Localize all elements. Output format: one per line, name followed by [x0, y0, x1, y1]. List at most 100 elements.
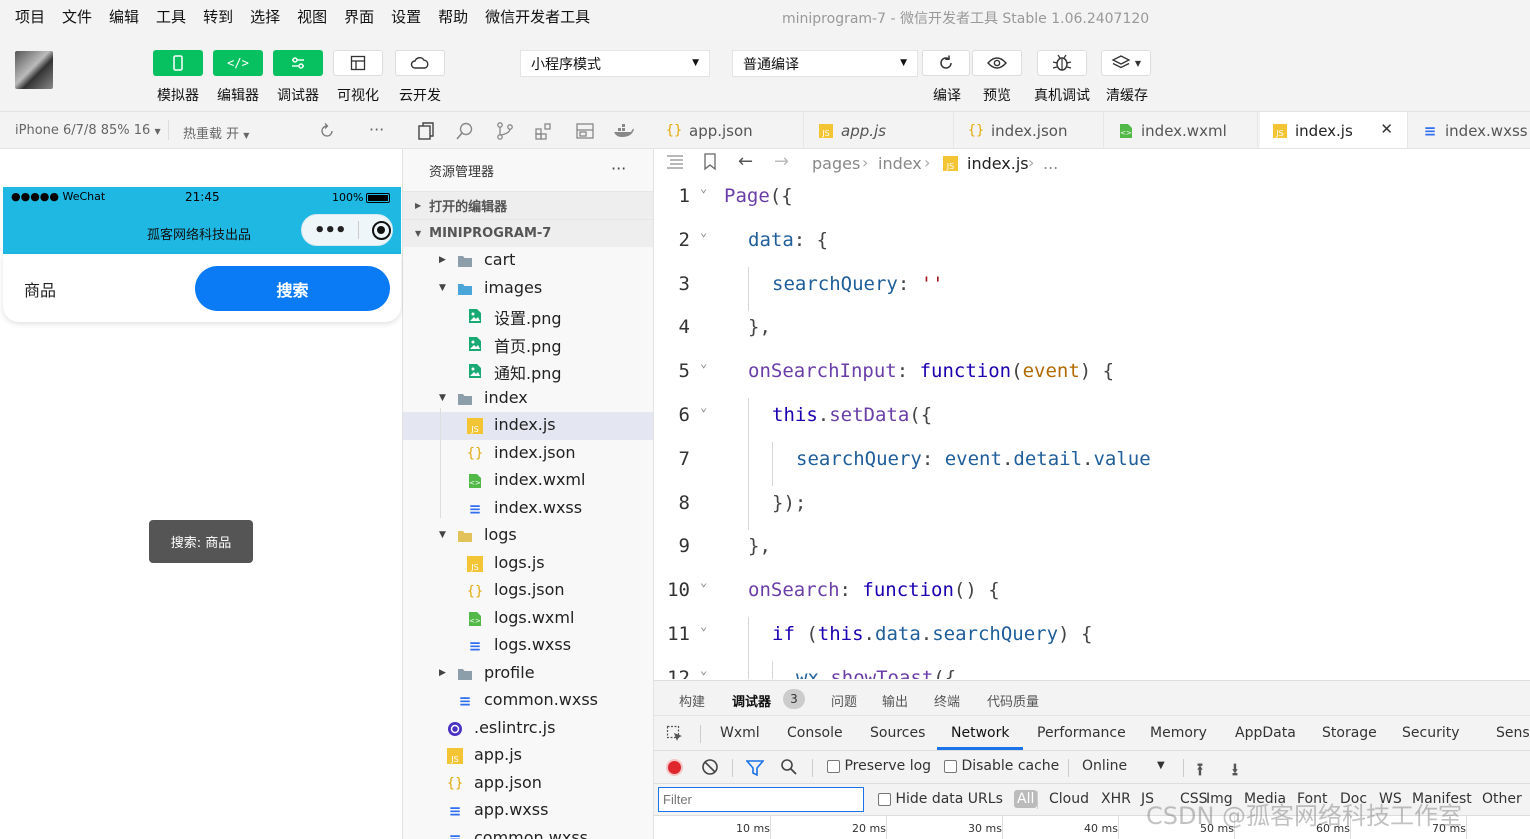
menu-item[interactable]: 工具	[156, 6, 186, 27]
bottom-tab[interactable]: 构建	[679, 691, 705, 710]
docker-icon[interactable]	[613, 121, 635, 145]
breadcrumb-file[interactable]: index.js	[967, 154, 1029, 173]
file-tree-item[interactable]: .eslintrc.js	[403, 715, 653, 743]
menu-item[interactable]: 设置	[391, 6, 421, 27]
mode-select[interactable]: 小程序模式 ▼	[520, 50, 710, 77]
fold-chevron-icon[interactable]: ⌄	[700, 225, 707, 239]
devtools-tab-network[interactable]: Network	[951, 725, 1009, 741]
file-tree-item[interactable]: JS logs.js	[403, 550, 653, 578]
breadcrumb-pages[interactable]: pages	[812, 154, 860, 173]
search-button[interactable]: 搜索	[195, 266, 390, 311]
file-tree-item[interactable]: {} logs.json	[403, 577, 653, 605]
compile-mode-select[interactable]: 普通编译 ▼	[732, 50, 918, 77]
menu-item[interactable]: 微信开发者工具	[485, 6, 590, 27]
file-tree-item[interactable]: ≡ common.wxss	[403, 825, 653, 839]
visual-toggle-button[interactable]	[333, 50, 383, 76]
bottom-tab[interactable]: 问题	[831, 691, 857, 710]
hide-data-urls-checkbox[interactable]: Hide data URLs	[878, 791, 1003, 807]
explorer-more-icon[interactable]: ···	[611, 159, 626, 178]
editor-tab-index-json[interactable]: {} index.json	[956, 112, 1104, 148]
throttling-select[interactable]: Online	[1082, 758, 1127, 774]
menu-item[interactable]: 项目	[15, 6, 45, 27]
file-tree-item[interactable]: ≡ app.wxss	[403, 797, 653, 825]
devtools-tab-performance[interactable]: Performance	[1037, 725, 1126, 741]
devtools-tab-security[interactable]: Security	[1402, 725, 1460, 741]
editor-tab-index-wxss[interactable]: ≡ index.wxss	[1410, 112, 1530, 148]
layout-panel-icon[interactable]	[575, 121, 595, 145]
source-control-icon[interactable]	[495, 121, 515, 145]
search-icon[interactable]	[780, 758, 798, 780]
file-tree-item[interactable]: ▶ cart	[403, 247, 653, 275]
preview-button[interactable]	[972, 50, 1022, 76]
editor-tab-index-js[interactable]: JS index.js ✕	[1260, 112, 1408, 148]
menu-dots-icon[interactable]: •••	[314, 220, 347, 241]
download-icon[interactable]: ⭳	[1232, 757, 1238, 786]
menu-item[interactable]: 帮助	[438, 6, 468, 27]
fold-chevron-icon[interactable]: ⌄	[700, 575, 707, 589]
file-tree-item[interactable]: 首页.png	[403, 330, 653, 358]
devtools-tab-storage[interactable]: Storage	[1322, 725, 1377, 741]
menu-item[interactable]: 界面	[344, 6, 374, 27]
menu-item[interactable]: 编辑	[109, 6, 139, 27]
breadcrumb-more[interactable]: ...	[1043, 154, 1058, 173]
bottom-tab[interactable]: 代码质量	[987, 691, 1039, 710]
menu-item[interactable]: 文件	[62, 6, 92, 27]
clear-icon[interactable]	[701, 758, 719, 780]
fold-chevron-icon[interactable]: ⌄	[700, 619, 707, 633]
type-filter-all[interactable]: All	[1014, 790, 1038, 808]
file-tree-item[interactable]: ▼ logs	[403, 522, 653, 550]
clear-cache-button[interactable]: ▼	[1101, 50, 1151, 76]
file-tree-item[interactable]: ≡ common.wxss	[403, 687, 653, 715]
file-tree-item[interactable]: {} app.json	[403, 770, 653, 798]
extensions-icon[interactable]	[534, 121, 554, 145]
file-tree-item[interactable]: 通知.png	[403, 357, 653, 385]
disable-cache-checkbox[interactable]: Disable cache	[944, 758, 1059, 774]
editor-tab-index-wxml[interactable]: <> index.wxml	[1106, 112, 1258, 148]
bookmark-icon[interactable]	[703, 153, 717, 175]
type-filter-other[interactable]: Other	[1482, 791, 1522, 807]
type-filter-xhr[interactable]: XHR	[1101, 791, 1131, 807]
devtools-tab-sensor[interactable]: Sensor	[1496, 725, 1530, 741]
files-icon[interactable]	[416, 121, 436, 145]
type-filter-cloud[interactable]: Cloud	[1049, 791, 1089, 807]
more-icon[interactable]: ···	[369, 120, 384, 139]
editor-tab-app-js[interactable]: JS app.js	[806, 112, 954, 148]
capsule-menu[interactable]: •••	[301, 214, 393, 246]
cloud-button[interactable]	[395, 50, 445, 76]
debugger-toggle-button[interactable]	[273, 50, 323, 76]
editor-tab-app-json[interactable]: {} app.json	[654, 112, 804, 148]
menu-item[interactable]: 选择	[250, 6, 280, 27]
fold-chevron-icon[interactable]: ⌄	[700, 663, 707, 677]
network-filter-input[interactable]	[658, 787, 864, 812]
fold-chevron-icon[interactable]: ⌄	[700, 356, 707, 370]
close-icon[interactable]: ✕	[1380, 120, 1393, 138]
fold-chevron-icon[interactable]: ⌄	[700, 181, 707, 195]
project-section[interactable]: ▼ MINIPROGRAM-7	[403, 219, 653, 247]
upload-icon[interactable]: ⭱	[1197, 757, 1203, 786]
forward-arrow-icon[interactable]: →	[774, 151, 789, 172]
devtools-tab-sources[interactable]: Sources	[870, 725, 925, 741]
search-input[interactable]: 商品	[24, 277, 56, 301]
file-tree-item[interactable]: 设置.png	[403, 302, 653, 330]
inspect-element-icon[interactable]	[666, 725, 684, 747]
fold-chevron-icon[interactable]: ⌄	[700, 400, 707, 414]
open-editors-section[interactable]: ▶ 打开的编辑器	[403, 191, 653, 219]
filter-icon[interactable]	[745, 759, 765, 781]
close-mini-program-icon[interactable]	[371, 220, 391, 240]
record-icon[interactable]	[666, 759, 683, 776]
devtools-tab-console[interactable]: Console	[787, 725, 843, 741]
menu-item[interactable]: 转到	[203, 6, 233, 27]
simulator-toggle-button[interactable]	[153, 50, 203, 76]
user-avatar[interactable]	[15, 51, 53, 89]
breadcrumb-index[interactable]: index	[878, 154, 922, 173]
bottom-tab[interactable]: 终端	[934, 691, 960, 710]
file-tree-item[interactable]: ≡ logs.wxss	[403, 632, 653, 660]
file-tree-item[interactable]: ▶ profile	[403, 660, 653, 688]
editor-toggle-button[interactable]: </>	[213, 50, 263, 76]
bottom-tab[interactable]: 输出	[882, 691, 908, 710]
bottom-tab[interactable]: 调试器	[732, 691, 771, 710]
hot-reload-select[interactable]: 热重载 开 ▼	[183, 123, 249, 142]
compile-button[interactable]	[922, 50, 970, 76]
outline-icon[interactable]	[666, 154, 684, 174]
devtools-tab-wxml[interactable]: Wxml	[720, 725, 760, 741]
